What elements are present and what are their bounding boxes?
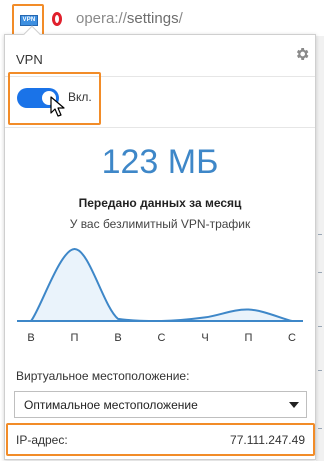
gear-icon[interactable] — [294, 46, 310, 62]
chart-day-label: С — [288, 332, 296, 344]
url-path: settings — [126, 10, 179, 27]
address-bar[interactable]: opera://settings/ — [76, 10, 183, 27]
unlimited-traffic-label: У вас безлимитный VPN-трафик — [69, 217, 251, 231]
ip-address-row: IP-адрес: 77.111.247.49 — [6, 423, 315, 456]
traffic-chart: ВПВСЧПС — [16, 247, 303, 344]
chart-day-label: В — [114, 332, 121, 344]
data-used-value: 123 МБ — [101, 143, 219, 181]
vpn-popup: VPN Вкл. 123 МБ Передано данных за месяц… — [4, 25, 316, 460]
vpn-badge-icon: VPN — [20, 15, 38, 26]
location-label: Виртуальное местоположение: — [16, 369, 190, 383]
ip-address-value: 77.111.247.49 — [230, 433, 305, 447]
popup-title: VPN — [16, 52, 43, 67]
traffic-area — [17, 248, 303, 321]
browser-toolbar: VPN opera://settings/ — [0, 0, 324, 36]
chevron-down-icon — [289, 402, 299, 408]
chart-day-label: П — [245, 332, 253, 344]
chart-day-label: Ч — [201, 332, 208, 344]
data-used-label: Передано данных за месяц — [78, 196, 242, 210]
opera-logo-icon — [52, 12, 62, 26]
page-background-strip — [316, 36, 324, 461]
divider — [5, 127, 315, 128]
url-tail: / — [178, 10, 183, 27]
chart-day-label: П — [71, 332, 79, 344]
url-scheme: opera:// — [76, 10, 127, 27]
vpn-toggle-label: Вкл. — [68, 90, 92, 104]
location-select[interactable]: Оптимальное местоположение — [14, 391, 307, 418]
chart-day-label: С — [158, 332, 166, 344]
vpn-toggle-row: Вкл. — [8, 72, 101, 125]
chart-day-label: В — [27, 332, 34, 344]
ip-address-label: IP-адрес: — [16, 433, 68, 447]
location-select-value: Оптимальное местоположение — [24, 398, 198, 412]
mouse-cursor-icon — [50, 96, 65, 117]
